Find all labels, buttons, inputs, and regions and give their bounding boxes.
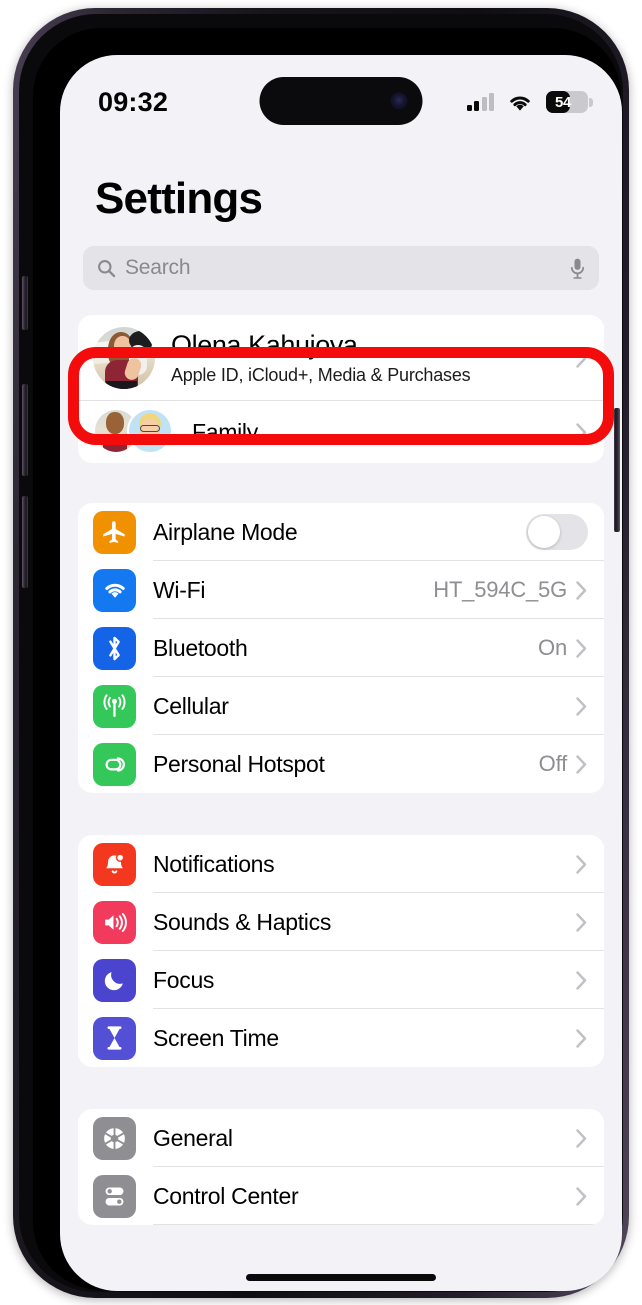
row-label: Airplane Mode xyxy=(153,518,298,545)
cellular-signal-icon xyxy=(466,93,494,111)
gear-icon xyxy=(93,1116,136,1160)
chevron-right-icon xyxy=(576,638,587,658)
general-group: General Control Center xyxy=(78,1109,604,1225)
chevron-right-icon xyxy=(576,854,587,874)
row-label: General xyxy=(153,1124,233,1151)
power-button[interactable] xyxy=(614,408,620,532)
search-placeholder: Search xyxy=(125,256,191,279)
settings-row-bluetooth[interactable]: Bluetooth On xyxy=(78,619,604,677)
chevron-right-icon xyxy=(576,970,587,990)
cellular-icon xyxy=(93,684,136,728)
row-label: Control Center xyxy=(153,1182,299,1209)
apple-id-text: Olena Kahujova Apple ID, iCloud+, Media … xyxy=(155,330,576,386)
chevron-right-icon xyxy=(576,1028,587,1048)
user-avatar xyxy=(93,327,155,389)
phone-screen: 09:32 54 Settings Search Olena Kahujova … xyxy=(60,55,622,1291)
settings-row-focus[interactable]: Focus xyxy=(78,951,604,1009)
battery-percent-label: 54 xyxy=(554,93,572,111)
search-icon xyxy=(98,259,116,277)
control-center-icon xyxy=(93,1174,136,1218)
iphone-device-frame: 09:32 54 Settings Search Olena Kahujova … xyxy=(13,8,629,1298)
hotspot-icon xyxy=(93,742,136,786)
bluetooth-icon xyxy=(93,626,136,670)
row-label: Sounds & Haptics xyxy=(153,908,332,935)
row-label: Cellular xyxy=(153,692,229,719)
home-indicator xyxy=(246,1274,436,1281)
connectivity-group: Airplane Mode Wi-Fi HT_594C_5G Bluetooth… xyxy=(78,503,604,793)
wifi-icon xyxy=(93,568,136,612)
chevron-right-icon xyxy=(576,696,587,716)
row-label: Focus xyxy=(153,966,215,993)
family-avatars xyxy=(93,408,175,456)
hotspot-value: Off xyxy=(538,751,568,776)
settings-row-screen-time[interactable]: Screen Time xyxy=(78,1009,604,1067)
row-label: Personal Hotspot xyxy=(153,750,325,777)
account-name: Olena Kahujova xyxy=(171,330,358,360)
dynamic-island xyxy=(259,77,423,125)
apple-id-row[interactable]: Olena Kahujova Apple ID, iCloud+, Media … xyxy=(78,315,604,401)
settings-row-sounds-haptics[interactable]: Sounds & Haptics xyxy=(78,893,604,951)
chevron-right-icon xyxy=(576,422,587,442)
chevron-right-icon xyxy=(576,1186,587,1206)
row-label: Screen Time xyxy=(153,1024,279,1051)
settings-row-personal-hotspot[interactable]: Personal Hotspot Off xyxy=(78,735,604,793)
status-bar-indicators: 54 xyxy=(466,91,593,113)
settings-row-airplane-mode[interactable]: Airplane Mode xyxy=(78,503,604,561)
settings-content: Settings Search Olena Kahujova Apple ID,… xyxy=(60,127,622,1291)
page-title: Settings xyxy=(95,174,263,223)
bluetooth-value: On xyxy=(538,635,567,660)
notifications-group: Notifications Sounds & Haptics Focus Scr… xyxy=(78,835,604,1067)
wifi-network-value: HT_594C_5G xyxy=(433,577,567,602)
chevron-right-icon xyxy=(576,580,587,600)
wifi-icon xyxy=(510,96,530,111)
chevron-right-icon xyxy=(576,754,587,774)
bell-icon xyxy=(93,842,136,886)
airplane-icon xyxy=(93,510,136,554)
row-label: Notifications xyxy=(153,850,275,877)
volume-down-button[interactable] xyxy=(22,496,28,588)
action-button[interactable] xyxy=(22,276,28,330)
chevron-right-icon xyxy=(576,912,587,932)
microphone-icon[interactable] xyxy=(569,257,586,280)
settings-row-general[interactable]: General xyxy=(78,1109,604,1167)
moon-icon xyxy=(93,958,136,1002)
account-subtitle: Apple ID, iCloud+, Media & Purchases xyxy=(171,365,471,385)
settings-row-wifi[interactable]: Wi-Fi HT_594C_5G xyxy=(78,561,604,619)
account-group: Olena Kahujova Apple ID, iCloud+, Media … xyxy=(78,315,604,463)
battery-icon: 54 xyxy=(546,91,593,113)
airplane-mode-toggle[interactable] xyxy=(526,514,588,550)
speaker-icon xyxy=(93,900,136,944)
status-bar-time: 09:32 xyxy=(98,86,169,117)
screenshot-stage: 09:32 54 Settings Search Olena Kahujova … xyxy=(0,0,642,1305)
settings-row-cellular[interactable]: Cellular xyxy=(78,677,604,735)
chevron-right-icon xyxy=(576,348,587,368)
front-camera-icon xyxy=(390,92,408,110)
family-label: Family xyxy=(192,418,258,445)
chevron-right-icon xyxy=(576,1128,587,1148)
device-inner-frame: 09:32 54 Settings Search Olena Kahujova … xyxy=(19,14,623,1292)
hourglass-icon xyxy=(93,1016,136,1060)
volume-up-button[interactable] xyxy=(22,384,28,476)
settings-row-notifications[interactable]: Notifications xyxy=(78,835,604,893)
device-bezel: 09:32 54 Settings Search Olena Kahujova … xyxy=(33,28,622,1291)
row-label: Bluetooth xyxy=(153,634,248,661)
search-input[interactable]: Search xyxy=(83,246,599,290)
settings-row-control-center[interactable]: Control Center xyxy=(78,1167,604,1225)
family-row[interactable]: Family xyxy=(78,401,604,463)
row-label: Wi-Fi xyxy=(153,576,206,603)
